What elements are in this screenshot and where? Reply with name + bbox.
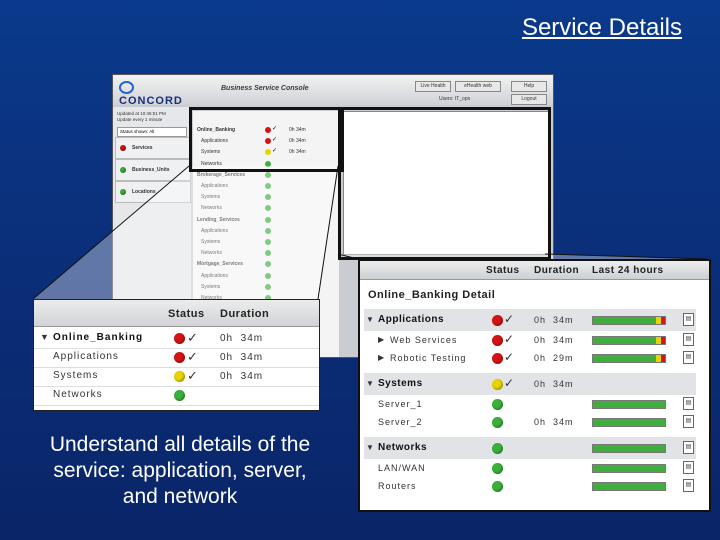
status-green-icon [492, 463, 503, 474]
service-row-label: Online_Banking [53, 332, 144, 343]
duration-value: 0h 34m [534, 335, 574, 345]
triangle-down-icon[interactable]: ▼ [366, 315, 374, 324]
last-24-hours-bar[interactable] [592, 316, 666, 325]
checkmark-icon: ✓ [187, 330, 198, 345]
triangle-down-icon[interactable]: ▼ [366, 379, 374, 388]
last-24-hours-bar[interactable] [592, 482, 666, 491]
duration-value: 0h 34m [220, 352, 264, 363]
component-label[interactable]: Robotic Testing [390, 353, 466, 363]
report-icon[interactable]: ▤ [683, 479, 694, 492]
duration-column-header[interactable]: Duration [220, 308, 269, 320]
report-icon[interactable]: ▤ [683, 313, 694, 326]
triangle-down-icon[interactable]: ▼ [40, 332, 49, 342]
last-24-hours-bar[interactable] [592, 400, 666, 409]
report-icon[interactable]: ▤ [683, 461, 694, 474]
duration-value: 0h 34m [534, 417, 574, 427]
checkmark-icon: ✓ [504, 332, 515, 346]
detail-title: Online_Banking Detail [368, 289, 496, 301]
zoom-service-status-panel: Status Duration ▼ Online_Banking ✓ 0h 34m Ap… [33, 299, 320, 411]
component-label[interactable]: Routers [378, 481, 417, 491]
report-icon[interactable]: ▤ [683, 415, 694, 428]
last-24-hours-bar[interactable] [592, 464, 666, 473]
checkmark-icon: ✓ [504, 312, 515, 326]
duration-value: 0h 29m [534, 353, 574, 363]
status-red-icon [492, 335, 503, 346]
checkmark-icon: ✓ [504, 350, 515, 364]
section-label: Networks [378, 442, 428, 453]
checkmark-icon: ✓ [187, 368, 198, 383]
last-24-hours-bar[interactable] [592, 444, 666, 453]
last-24-hours-column-header[interactable]: Last 24 hours [592, 265, 664, 276]
status-green-icon [174, 390, 185, 401]
last-24-hours-bar[interactable] [592, 418, 666, 427]
zoom-service-detail-panel: Status Duration Last 24 hours Online_Ban… [358, 259, 711, 512]
zoom-box-left [189, 107, 344, 172]
component-label[interactable]: LAN/WAN [378, 463, 426, 473]
status-column-header[interactable]: Status [486, 265, 520, 276]
component-label[interactable]: Server_1 [378, 399, 423, 409]
duration-value: 0h 34m [220, 371, 264, 382]
status-green-icon [492, 443, 503, 454]
status-green-icon [492, 417, 503, 428]
duration-column-header[interactable]: Duration [534, 265, 579, 276]
status-red-icon [492, 315, 503, 326]
duration-value: 0h 34m [534, 379, 574, 389]
service-row-label: Applications [53, 351, 119, 362]
status-yellow-icon [492, 379, 503, 390]
service-row-label: Systems [53, 370, 99, 381]
checkmark-icon: ✓ [504, 376, 515, 390]
error-segment [661, 317, 665, 324]
duration-value: 0h 34m [220, 333, 264, 344]
status-red-icon [174, 352, 185, 363]
zoom-box-right [338, 107, 551, 260]
status-green-icon [492, 399, 503, 410]
component-label[interactable]: Web Services [390, 335, 457, 345]
report-icon[interactable]: ▤ [683, 397, 694, 410]
status-yellow-icon [174, 371, 185, 382]
component-label[interactable]: Server_2 [378, 417, 423, 427]
last-24-hours-bar[interactable] [592, 336, 666, 345]
service-row-label: Networks [53, 389, 103, 400]
section-label: Systems [378, 378, 423, 389]
duration-value: 0h 34m [534, 315, 574, 325]
checkmark-icon: ✓ [187, 349, 198, 364]
status-green-icon [492, 481, 503, 492]
report-icon[interactable]: ▤ [683, 351, 694, 364]
triangle-down-icon[interactable]: ▼ [366, 443, 374, 452]
status-red-icon [174, 333, 185, 344]
error-segment [661, 355, 665, 362]
slide-caption: Understand all details of the service: a… [49, 433, 311, 508]
error-segment [661, 337, 665, 344]
section-label: Applications [378, 314, 445, 325]
status-red-icon [492, 353, 503, 364]
triangle-right-icon[interactable]: ▶ [378, 335, 384, 344]
status-column-header[interactable]: Status [168, 308, 205, 320]
report-icon[interactable]: ▤ [683, 333, 694, 346]
last-24-hours-bar[interactable] [592, 354, 666, 363]
report-icon[interactable]: ▤ [683, 441, 694, 454]
triangle-right-icon[interactable]: ▶ [378, 353, 384, 362]
